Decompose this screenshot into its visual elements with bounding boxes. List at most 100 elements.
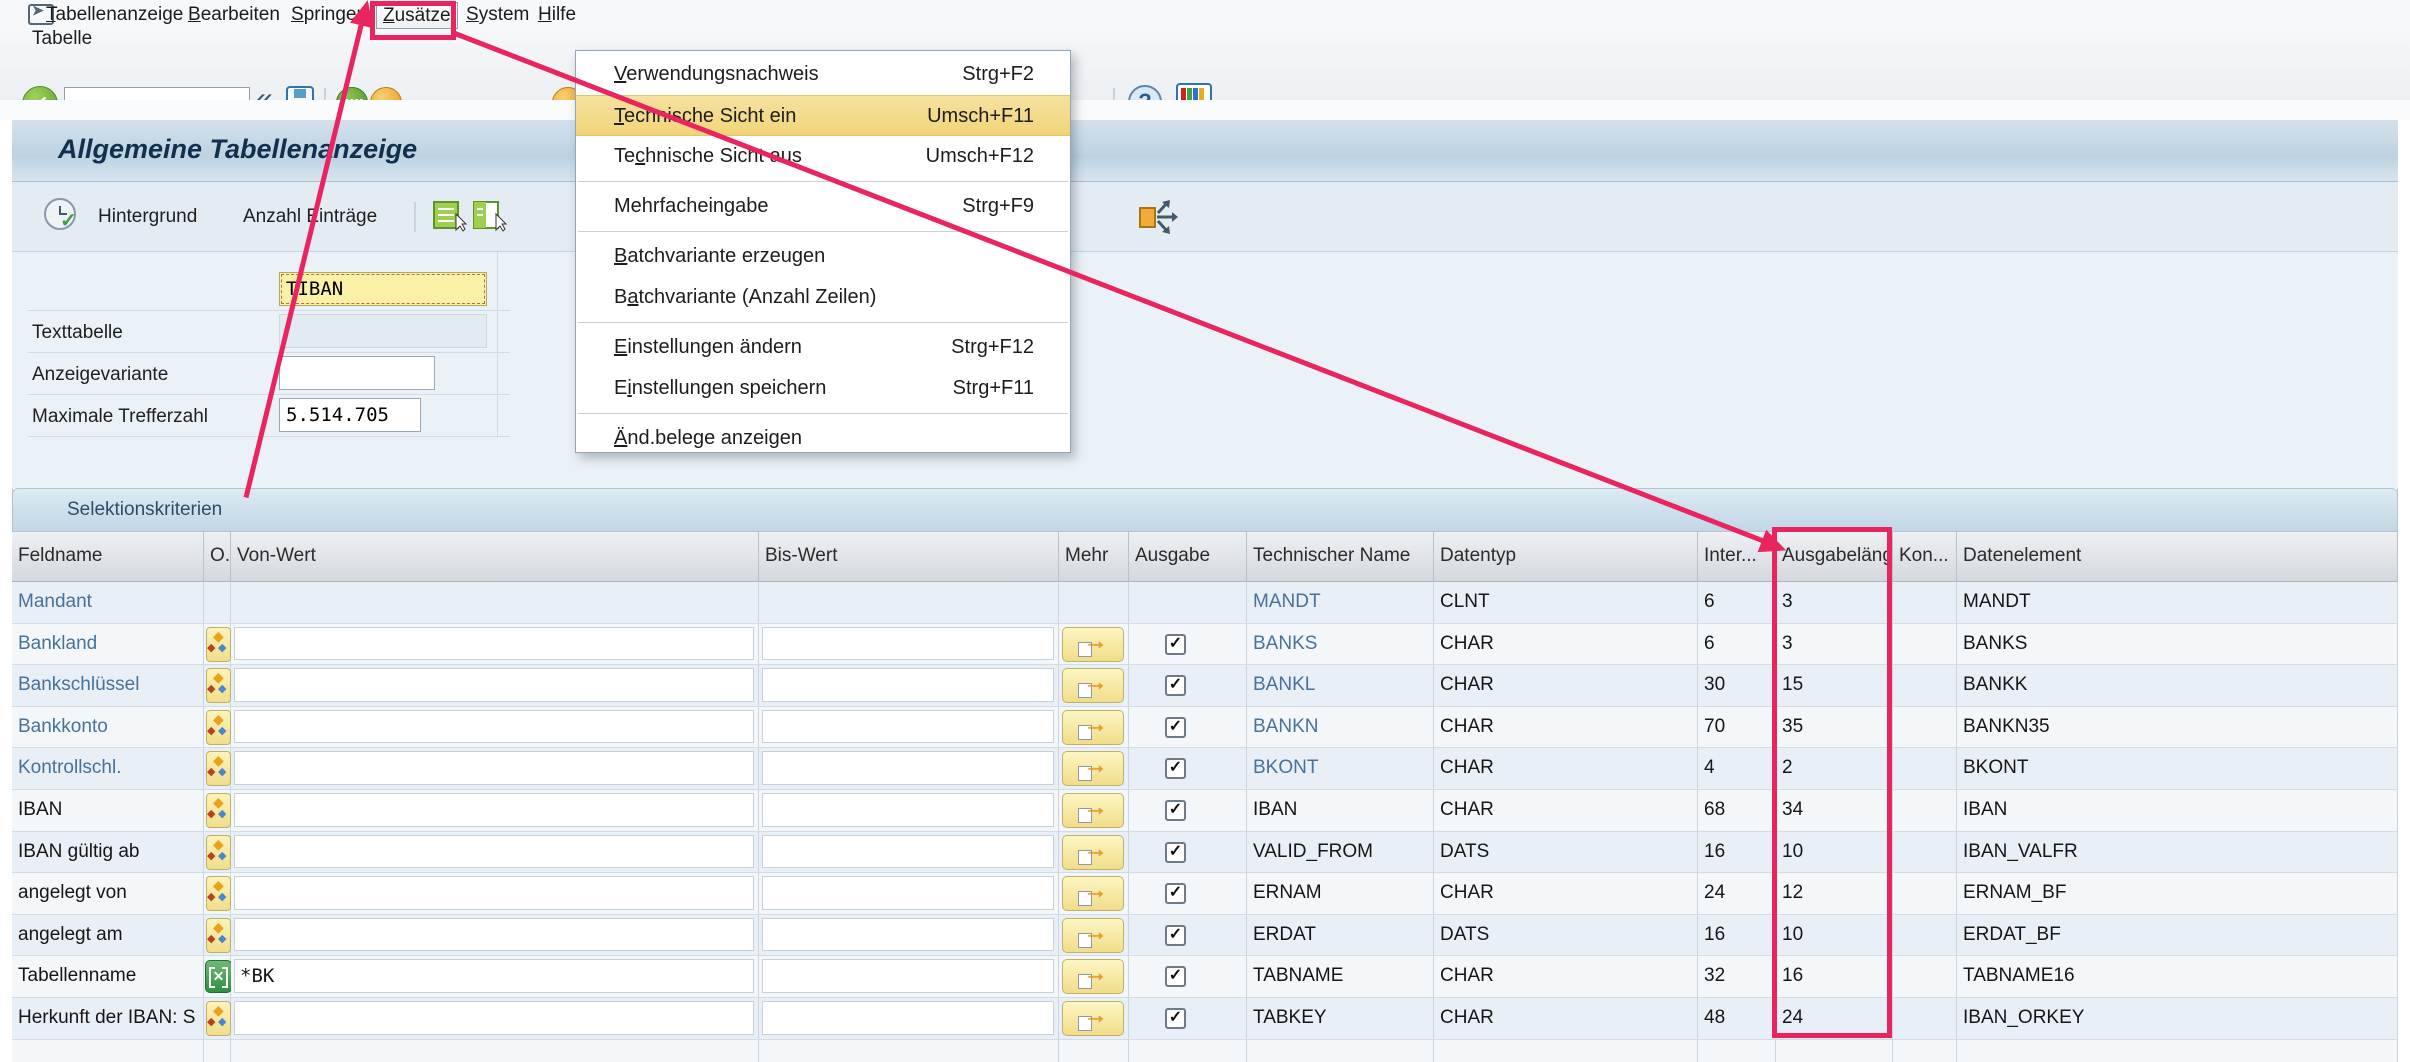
cell-op: ◆◆◆ — [204, 665, 231, 707]
table-contents-icon[interactable] — [432, 200, 468, 239]
von-wert-input[interactable] — [234, 835, 754, 869]
tabelle-field[interactable]: TIBAN — [279, 272, 487, 306]
bis-wert-input[interactable] — [762, 959, 1054, 993]
cell-empty — [12, 1040, 204, 1062]
mehr-button[interactable]: → — [1062, 710, 1124, 745]
bis-wert-input[interactable] — [762, 835, 1054, 869]
select-options-icon[interactable]: ◆◆◆ — [206, 668, 231, 703]
mehr-button[interactable]: → — [1062, 876, 1124, 911]
cell-feldname: Tabellenname — [12, 956, 204, 998]
ausgabe-checkbox[interactable]: ✓ — [1165, 800, 1186, 821]
cell-tech: VALID_FROM — [1247, 832, 1434, 874]
von-wert-input[interactable]: *BK — [234, 959, 754, 993]
diamond-glyph: ◆ — [207, 724, 215, 737]
menu-system[interactable]: System — [466, 3, 529, 27]
column-header-kon[interactable]: Kon... — [1893, 532, 1957, 582]
column-header-von-wert[interactable]: Von-Wert — [231, 532, 759, 582]
column-header-bis-wert[interactable]: Bis-Wert — [759, 532, 1059, 582]
ausgabe-checkbox[interactable]: ✓ — [1165, 675, 1186, 696]
cell-text-elem: IBAN_ORKEY — [1957, 998, 2397, 1029]
mehr-button[interactable]: → — [1062, 793, 1124, 828]
von-wert-input[interactable] — [234, 751, 754, 785]
menu-item-technische-sicht-aus[interactable]: Technische Sicht ausUmsch+F12 — [576, 136, 1070, 177]
bis-wert-input[interactable] — [762, 710, 1054, 744]
mehr-button[interactable]: → — [1062, 1001, 1124, 1036]
column-header-o[interactable]: O. — [204, 532, 231, 582]
ausgabe-checkbox[interactable]: ✓ — [1165, 634, 1186, 655]
ausgabe-checkbox[interactable]: ✓ — [1165, 883, 1186, 904]
execute-clock-icon[interactable]: ✓ — [44, 198, 80, 234]
column-header-mehr[interactable]: Mehr — [1059, 532, 1129, 582]
mehr-button[interactable]: → — [1062, 918, 1124, 953]
menu-item-label: Einstellungen speichern — [614, 368, 826, 409]
menu-item-änd-belege-anzeigen[interactable]: Änd.belege anzeigen — [576, 418, 1070, 459]
column-header-ausgabe[interactable]: Ausgabe — [1129, 532, 1247, 582]
select-options-icon[interactable]: ◆◆◆ — [206, 751, 231, 786]
select-options-icon[interactable]: ◆◆◆ — [206, 835, 231, 870]
menu-tabellenanzeige[interactable]: Tabellenanzeige — [46, 3, 183, 27]
expand-field-icon[interactable] — [1138, 198, 1180, 241]
bis-wert-input[interactable] — [762, 793, 1054, 827]
von-wert-input[interactable] — [234, 668, 754, 702]
maximale-trefferzahl-field[interactable]: 5.514.705 — [279, 398, 421, 432]
table-contents-alt-icon[interactable] — [472, 200, 508, 239]
select-options-icon[interactable]: ◆◆◆ — [206, 627, 231, 662]
select-options-icon[interactable]: ◆◆◆ — [206, 876, 231, 911]
cell-empty — [204, 1040, 231, 1062]
cell-bis — [759, 665, 1059, 707]
menu-item-shortcut: Strg+F2 — [962, 54, 1034, 95]
technischer-name: BANKN — [1247, 707, 1433, 738]
bis-wert-input[interactable] — [762, 668, 1054, 702]
menu-hilfe[interactable]: Hilfe — [538, 3, 576, 27]
menu-item-batchvariante-anzahl-zeilen[interactable]: Batchvariante (Anzahl Zeilen) — [576, 277, 1070, 318]
diamond-glyph: ◆ — [218, 1015, 226, 1028]
von-wert-input[interactable] — [234, 1001, 754, 1035]
ausgabe-checkbox[interactable]: ✓ — [1165, 717, 1186, 738]
cell-kon — [1893, 665, 1957, 707]
bis-wert-input[interactable] — [762, 918, 1054, 952]
select-options-icon[interactable]: ◆◆◆ — [206, 1001, 231, 1036]
menu-item-technische-sicht-ein[interactable]: Technische Sicht einUmsch+F11 — [576, 95, 1070, 136]
ausgabe-checkbox[interactable]: ✓ — [1165, 966, 1186, 987]
ausgabe-checkbox[interactable]: ✓ — [1165, 758, 1186, 779]
column-header-technischer-name[interactable]: Technischer Name — [1247, 532, 1434, 582]
von-wert-input[interactable] — [234, 918, 754, 952]
menu-item-einstellungen-speichern[interactable]: Einstellungen speichernStrg+F11 — [576, 368, 1070, 409]
page-title: Allgemeine Tabellenanzeige — [58, 134, 417, 165]
menu-bearbeiten[interactable]: Bearbeiten — [188, 3, 280, 27]
von-wert-input[interactable] — [234, 627, 754, 661]
bis-wert-input[interactable] — [762, 876, 1054, 910]
mehr-button[interactable]: → — [1062, 959, 1124, 994]
anzeigevariante-field[interactable] — [279, 356, 435, 390]
von-wert-input[interactable] — [234, 710, 754, 744]
select-options-icon[interactable]: ◆◆◆ — [206, 918, 231, 953]
ausgabe-checkbox[interactable]: ✓ — [1165, 925, 1186, 946]
select-options-icon[interactable]: ◆◆◆ — [206, 710, 231, 745]
cell-mehr: → — [1059, 915, 1129, 957]
bis-wert-input[interactable] — [762, 1001, 1054, 1035]
von-wert-input[interactable] — [234, 876, 754, 910]
mehr-button[interactable]: → — [1062, 835, 1124, 870]
cell-feldname: IBAN — [12, 790, 204, 832]
cell-empty — [1893, 1040, 1957, 1062]
exclude-selection-icon[interactable]: ✕ — [205, 960, 232, 993]
von-wert-input[interactable] — [234, 793, 754, 827]
mehr-button[interactable]: → — [1062, 751, 1124, 786]
ausgabe-checkbox[interactable]: ✓ — [1165, 1008, 1186, 1029]
cell-bis — [759, 998, 1059, 1040]
mehr-button[interactable]: → — [1062, 627, 1124, 662]
menu-item-einstellungen-ändern[interactable]: Einstellungen ändernStrg+F12 — [576, 327, 1070, 368]
bis-wert-input[interactable] — [762, 627, 1054, 661]
column-header-datenelement[interactable]: Datenelement — [1957, 532, 2398, 582]
hintergrund-button[interactable]: Hintergrund — [98, 206, 197, 228]
select-options-icon[interactable]: ◆◆◆ — [206, 793, 231, 828]
menu-item-mehrfacheingabe[interactable]: MehrfacheingabeStrg+F9 — [576, 186, 1070, 227]
menu-item-verwendungsnachweis[interactable]: VerwendungsnachweisStrg+F2 — [576, 54, 1070, 95]
mehr-button[interactable]: → — [1062, 668, 1124, 703]
column-header-datentyp[interactable]: Datentyp — [1434, 532, 1698, 582]
ausgabe-checkbox[interactable]: ✓ — [1165, 842, 1186, 863]
bis-wert-input[interactable] — [762, 751, 1054, 785]
cell-ausgabe: ✓ — [1129, 665, 1247, 707]
column-header-feldname[interactable]: Feldname — [12, 532, 204, 582]
cell-ausgabe: ✓ — [1129, 707, 1247, 749]
